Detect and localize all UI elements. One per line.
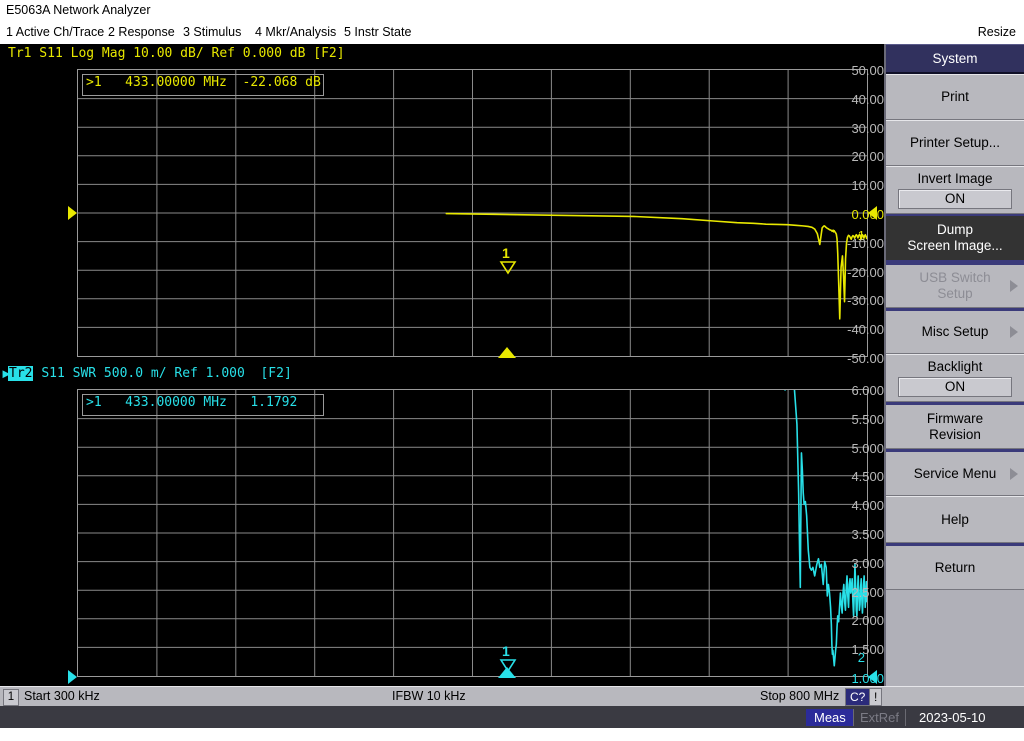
trace1-marker-pointer [498,347,516,358]
trace1-marker-symbol: 1 [499,245,517,275]
measurement-screen: Tr1 S11 Log Mag 10.00 dB/ Ref 0.000 dB [… [0,44,884,686]
trace2-marker-pointer [498,667,516,678]
resize-button[interactable]: Resize [978,25,1016,39]
status-ifbw[interactable]: IFBW 10 kHz [392,689,466,703]
softkey-panel: System Print Printer Setup... Invert Ima… [884,44,1024,686]
status-stop-frequency[interactable]: Stop 800 MHz [760,689,839,703]
trace2-ytick-5: 5.000 [851,441,884,456]
softkey-usb-switch-setup-line2: Setup [937,286,973,301]
network-analyzer-window: E5063A Network Analyzer 1 Active Ch/Trac… [0,0,1024,740]
trace2-ytick-35: 3.500 [851,527,884,542]
chevron-right-icon [1010,467,1018,480]
softkey-help-label: Help [941,511,969,527]
trace2-ytick-4: 4.000 [851,498,884,513]
menu-item-response[interactable]: 2 Response [108,25,175,39]
softkey-backlight-label: Backlight [927,358,983,374]
softkey-invert-image-value[interactable]: ON [898,189,1012,210]
status-cal-badge[interactable]: C? [845,688,871,706]
trace1-ytick-40: 40.00 [851,92,884,107]
softkey-return-label: Return [934,559,976,575]
menu-bar: 1 Active Ch/Trace 2 Response 3 Stimulus … [0,22,1024,44]
trace2-graph[interactable]: >1 433.00000 MHz 1.1792 1 2 [77,389,868,677]
menu-item-instr-state[interactable]: 5 Instr State [344,25,411,39]
trace1-ytick-m10: -10.00 [847,236,884,251]
softkey-service-menu[interactable]: Service Menu [886,449,1024,496]
softkey-print[interactable]: Print [886,74,1024,120]
status-bar: 1 Start 300 kHz IFBW 10 kHz Stop 800 MHz… [0,686,1024,706]
softkey-help[interactable]: Help [886,496,1024,543]
softkey-firmware-revision[interactable]: Firmware Revision [886,402,1024,449]
softkey-misc-setup[interactable]: Misc Setup [886,308,1024,354]
svg-text:1: 1 [502,643,510,659]
softkey-printer-setup[interactable]: Printer Setup... [886,120,1024,166]
softkey-backlight[interactable]: Backlight ON [886,354,1024,402]
status-channel-number: 1 [3,689,19,706]
trace2-tag: Tr2 [8,366,34,381]
trace1-ytick-30: 30.00 [851,121,884,136]
trace2-ref-marker-right [868,670,877,684]
softkey-dump-screen-image-line2: Screen Image... [907,238,1003,253]
trace2-ytick-2: 2.000 [851,613,884,628]
softkey-misc-setup-label: Misc Setup [921,324,989,340]
trace2-ytick-6: 6.000 [851,383,884,398]
trace1-ytick-m20: -20.00 [847,265,884,280]
window-title: E5063A Network Analyzer [6,3,151,17]
softkey-dump-screen-image-line1: Dump [936,222,973,238]
trace1-ytick-20: 20.00 [851,149,884,164]
trace1-ref-marker-left [68,206,77,220]
trace1-ytick-10: 10.00 [851,178,884,193]
trace2-status-text: S11 SWR 500.0 m/ Ref 1.000 [F2] [41,366,292,381]
trace1-status[interactable]: Tr1 S11 Log Mag 10.00 dB/ Ref 0.000 dB [… [8,46,345,61]
menu-item-stimulus[interactable]: 3 Stimulus [183,25,241,39]
trace2-ref-marker-left [68,670,77,684]
softkey-return[interactable]: Return [886,543,1024,590]
trace1-ytick-50: 50.00 [851,63,884,78]
status-warning-badge: ! [869,688,883,706]
trace1-ytick-m30: -30.00 [847,293,884,308]
menu-item-mkr-analysis[interactable]: 4 Mkr/Analysis [255,25,336,39]
softkey-backlight-value[interactable]: ON [898,377,1012,398]
trace1-ytick-m40: -40.00 [847,322,884,337]
bottom-bar: Meas ExtRef 2023-05-10 10:21 [0,706,1024,740]
meas-indicator: Meas [806,709,854,726]
trace2-ytick-25: 2.500 [851,585,884,600]
softkey-invert-image-label: Invert Image [917,170,993,186]
softkey-usb-switch-setup-line1: USB Switch [919,270,991,286]
datetime-display: 2023-05-10 10:21 [919,710,986,740]
extref-indicator: ExtRef [853,709,907,726]
chevron-right-icon [1010,326,1018,338]
trace2-ytick-15: 1.500 [851,642,884,657]
softkey-invert-image[interactable]: Invert Image ON [886,166,1024,214]
svg-text:1: 1 [502,245,510,261]
trace2-ytick-3: 3.000 [851,556,884,571]
chevron-right-icon [1010,280,1018,292]
trace1-marker-readout[interactable]: >1 433.00000 MHz -22.068 dB [86,75,321,90]
softkey-usb-switch-setup: USB Switch Setup [886,262,1024,308]
trace1-ref-marker-right [868,206,877,220]
softkey-firmware-revision-line2: Revision [929,426,981,442]
trace2-marker-readout[interactable]: >1 433.00000 MHz 1.1792 [86,395,297,410]
softkey-header: System [886,44,1024,74]
trace2-grid [78,390,867,676]
softkey-dump-screen-image[interactable]: Dump Screen Image... [886,214,1024,262]
trace1-graph[interactable]: >1 433.00000 MHz -22.068 dB 1 1 [77,69,868,357]
softkey-printer-setup-label: Printer Setup... [909,135,1001,151]
softkey-firmware-revision-line1: Firmware [926,410,984,426]
softkey-service-menu-label: Service Menu [913,465,997,481]
softkey-print-label: Print [941,89,969,105]
trace2-status[interactable]: Tr2 S11 SWR 500.0 m/ Ref 1.000 [F2] [8,366,292,381]
title-bar: E5063A Network Analyzer [0,0,1024,22]
trace1-grid [78,70,867,356]
menu-item-active-ch-trace[interactable]: 1 Active Ch/Trace [6,25,104,39]
trace2-ytick-55: 5.500 [851,412,884,427]
status-start-frequency[interactable]: Start 300 kHz [24,689,100,703]
trace2-ytick-45: 4.500 [851,469,884,484]
trace1-ytick-m50: -50.00 [847,351,884,366]
